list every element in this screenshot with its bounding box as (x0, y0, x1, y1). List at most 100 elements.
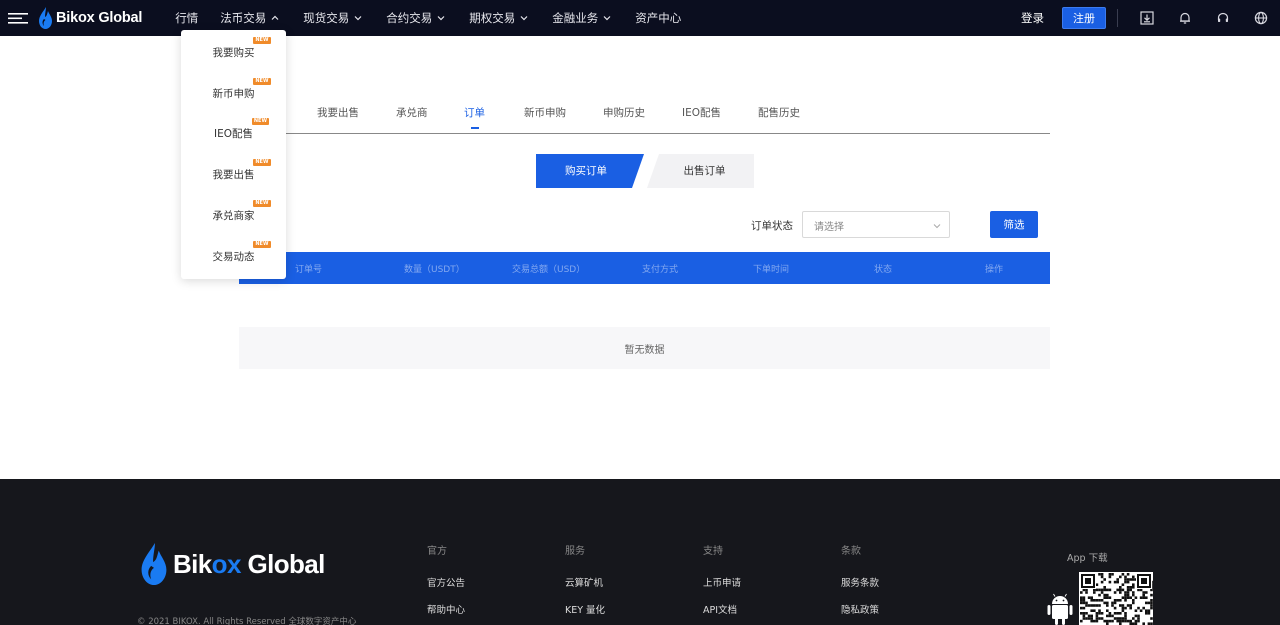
footer-logo[interactable]: Bikox Global (139, 543, 325, 585)
tab[interactable]: 订单 (464, 105, 485, 129)
nav-item-label: 金融业务 (552, 11, 599, 25)
nav-item[interactable]: 金融业务 (552, 0, 613, 36)
divider (1117, 9, 1118, 27)
nav-item-label: 资产中心 (635, 11, 682, 25)
nav-item-label: 法币交易 (220, 11, 267, 25)
tab[interactable]: IEO配售 (682, 105, 721, 120)
nav-item[interactable]: 合约交易 (386, 0, 447, 36)
dropdown-item-text: IEO配售 (214, 127, 253, 140)
footer-link[interactable]: 隐私政策 (841, 602, 879, 616)
footer-link[interactable]: 官方公告 (427, 575, 465, 589)
footer-link[interactable]: 上币申请 (703, 575, 741, 589)
globe-icon[interactable] (1242, 0, 1280, 36)
chevron-down-icon (437, 13, 447, 23)
download-icon[interactable] (1128, 0, 1166, 36)
column-header: 支付方式 (642, 265, 679, 275)
dropdown-item-label: 承兑商家 NEW (212, 199, 271, 223)
tab-label: 我要出售 (317, 107, 359, 119)
register-button[interactable]: 注册 (1062, 7, 1106, 29)
new-badge: NEW (251, 117, 269, 125)
footer-link[interactable]: 帮助中心 (427, 602, 465, 616)
buy-orders-label: 购买订单 (565, 165, 607, 177)
app-download-label: App 下载 (1067, 553, 1108, 564)
nav-item-label: 现货交易 (303, 11, 350, 25)
bell-icon[interactable] (1166, 0, 1204, 36)
tab[interactable]: 我要出售 (317, 105, 359, 120)
footer-brand-name: Bikox Global (173, 548, 325, 579)
footer-link[interactable]: API文档 (703, 602, 741, 616)
dropdown-item-text: 我要购买 (212, 46, 255, 59)
dropdown-item[interactable]: 新币申购 NEW (181, 77, 286, 103)
chevron-down-icon (932, 220, 942, 230)
new-badge: NEW (253, 158, 271, 166)
dropdown-item-label: IEO配售 NEW (214, 117, 269, 141)
tab-label: 配售历史 (758, 107, 800, 119)
dropdown-item[interactable]: 我要购买 NEW (181, 36, 286, 62)
android-icon[interactable] (1046, 592, 1074, 625)
nav-item-label: 行情 (175, 11, 199, 25)
nav-item-label: 期权交易 (469, 11, 516, 25)
footer-column-heading: 条款 (841, 546, 861, 557)
sell-orders-label: 出售订单 (683, 165, 726, 177)
dropdown-item[interactable]: 承兑商家 NEW (181, 199, 286, 225)
active-tab-indicator (470, 127, 479, 129)
tab-label: 新币申购 (524, 107, 566, 119)
tab[interactable]: 承兑商 (396, 105, 428, 120)
column-header: 状态 (874, 265, 893, 275)
tab[interactable]: 申购历史 (603, 105, 645, 120)
tab-label: 订单 (464, 107, 485, 119)
dropdown-item-label: 我要购买 NEW (212, 36, 271, 60)
footer-column-heading: 服务 (565, 546, 585, 557)
dropdown-item-text: 新币申购 (212, 87, 255, 100)
dropdown-item-label: 我要出售 NEW (213, 158, 271, 182)
chevron-down-icon (354, 13, 364, 23)
flame-drop-icon (139, 543, 169, 585)
order-status-select[interactable]: 请选择 (802, 211, 950, 238)
dropdown-item[interactable]: 我要出售 NEW (181, 158, 286, 184)
copyright: © 2021 BIKOX. All Rights Reserved 全球数字资产… (137, 617, 357, 625)
nav-item[interactable]: 资产中心 (635, 0, 681, 36)
sell-orders-tab[interactable]: 出售订单 (647, 154, 754, 188)
tab-label: 承兑商 (396, 107, 428, 119)
footer-column-heading: 支持 (703, 546, 723, 557)
column-header: 订单号 (295, 265, 323, 275)
chevron-down-icon (520, 13, 530, 23)
dropdown-item[interactable]: 交易动态 NEW (181, 240, 286, 266)
headset-icon[interactable] (1204, 0, 1242, 36)
tab-bar: 我要出售 承兑商 订单 新币申购 申购历史 IEO配售 配售历史 (239, 100, 1050, 134)
dropdown-item-text: 承兑商家 (212, 209, 255, 222)
filter-button[interactable]: 筛选 (990, 211, 1038, 238)
brand-logo[interactable]: Bikox Global (38, 7, 142, 29)
tab-label: IEO配售 (682, 107, 721, 119)
footer-column: 条款服务条款隐私政策 (841, 542, 879, 616)
orders-table-header: 订单号 数量（USDT） 交易总额（USD） 支付方式 下单时间 状态 操作 (239, 252, 1050, 284)
nav-item-label: 合约交易 (386, 11, 433, 25)
tab[interactable]: 配售历史 (758, 105, 800, 120)
buy-orders-tab[interactable]: 购买订单 (536, 154, 644, 188)
column-header: 下单时间 (753, 265, 790, 275)
footer-link[interactable]: 服务条款 (841, 575, 879, 589)
tab-label: 申购历史 (603, 107, 645, 119)
dropdown-item-label: 交易动态 NEW (213, 240, 271, 264)
dropdown-item[interactable]: IEO配售 NEW (181, 117, 286, 143)
nav-actions: 登录 注册 (1021, 0, 1280, 36)
nav-item[interactable]: 现货交易 (303, 0, 364, 36)
nav-item[interactable]: 期权交易 (469, 0, 530, 36)
footer: Bikox Global © 2021 BIKOX. All Rights Re… (0, 479, 1280, 625)
fiat-trade-dropdown: 我要购买 NEW 新币申购 NEW IEO配售 NEW 我要出售 NEW 承兑商家 NEW 交易动态… (181, 30, 286, 279)
tab[interactable]: 新币申购 (524, 105, 566, 120)
select-placeholder: 请选择 (814, 222, 844, 233)
column-header: 数量（USDT） (404, 265, 465, 275)
footer-link[interactable]: KEY 量化 (565, 602, 605, 616)
menu-icon[interactable] (0, 0, 36, 36)
chevron-up-icon (271, 13, 281, 23)
footer-column: 官方官方公告帮助中心 (427, 542, 465, 616)
footer-column: 支持上币申请 API文档 (703, 542, 741, 616)
new-badge: NEW (253, 36, 271, 44)
empty-state: 暂无数据 (239, 327, 1050, 369)
footer-link[interactable]: 云算矿机 (565, 575, 605, 589)
footer-column-heading: 官方 (427, 546, 447, 557)
login-link[interactable]: 登录 (1021, 10, 1044, 26)
footer-column: 服务云算矿机 KEY 量化 (565, 542, 605, 616)
new-badge: NEW (253, 199, 271, 207)
